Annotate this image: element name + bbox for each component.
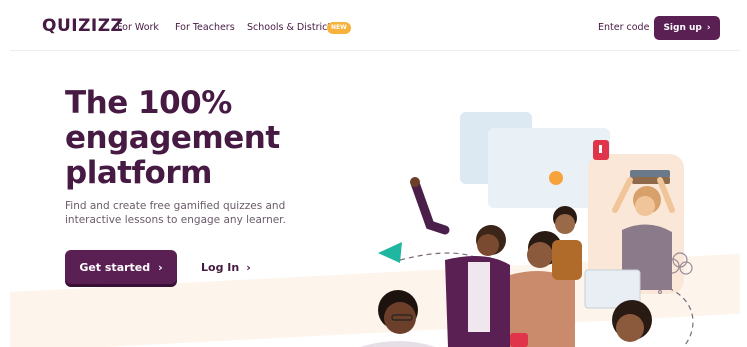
enter-code-link[interactable]: Enter code: [598, 22, 649, 33]
student-raising-hand: [410, 177, 510, 347]
headline-line-1: The 100%: [65, 85, 232, 121]
new-badge: NEW: [327, 22, 351, 34]
paper-plane-icon: [378, 242, 402, 263]
log-in-link[interactable]: Log In ›: [201, 261, 251, 274]
get-started-label: Get started: [79, 260, 151, 274]
chevron-right-icon: ›: [706, 23, 711, 33]
hero-illustration: [360, 100, 740, 347]
nav-schools-districts[interactable]: Schools & Districts: [247, 22, 336, 33]
students-illustration: [360, 140, 694, 347]
student-with-glasses: [360, 290, 435, 347]
student-back: [552, 206, 582, 280]
chevron-right-icon: ›: [246, 261, 251, 274]
nav-for-teachers[interactable]: For Teachers: [175, 22, 235, 33]
question-card-icon: [510, 333, 528, 347]
hero-headline: The 100% engagement platform: [65, 86, 280, 191]
sign-up-button[interactable]: Sign up ›: [654, 16, 720, 40]
page-frame: QUIZIZZ For Work For Teachers Schools & …: [10, 0, 740, 347]
get-started-button[interactable]: Get started ›: [65, 250, 177, 284]
hero-subtext: Find and create free gamified quizzes an…: [65, 200, 286, 226]
quizizz-logo[interactable]: QUIZIZZ: [42, 16, 123, 36]
sign-up-label: Sign up: [663, 23, 702, 33]
log-in-label: Log In: [201, 261, 240, 274]
chevron-right-icon: ›: [158, 260, 163, 274]
top-navigation: QUIZIZZ For Work For Teachers Schools & …: [10, 0, 740, 51]
student-smiling: [612, 300, 652, 342]
headline-line-3: platform: [65, 155, 212, 191]
headline-line-2: engagement: [65, 120, 280, 156]
idea-bubble-icon: [549, 171, 563, 185]
nav-for-work[interactable]: For Work: [117, 22, 159, 33]
